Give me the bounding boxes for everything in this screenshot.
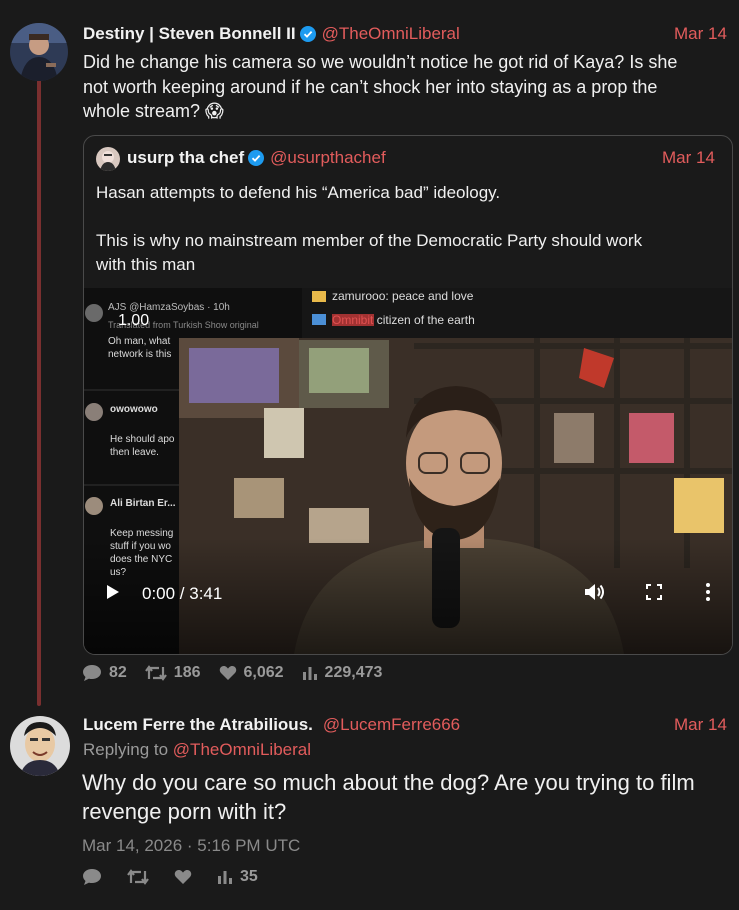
quote-date[interactable]: Mar 14 (662, 148, 715, 168)
quote-text: Hasan attempts to defend his “America ba… (96, 181, 716, 277)
retweet-count: 186 (173, 664, 201, 681)
side-post-user: Ali Birtan Er... (110, 498, 176, 509)
views-count: 229,473 (324, 664, 383, 681)
reply-stat[interactable] (82, 868, 109, 886)
views-count: 35 (240, 868, 258, 885)
quote-author-name[interactable]: usurp tha chef (127, 148, 244, 168)
quote-text-line: with this man (96, 255, 196, 274)
reply-icon (83, 869, 101, 885)
tweet-date[interactable]: Mar 14 (674, 24, 727, 44)
fullscreen-icon[interactable] (646, 583, 662, 605)
verified-icon (248, 150, 265, 166)
author-name[interactable]: Lucem Ferre the Atrabilious. (83, 715, 313, 735)
quoted-tweet-card[interactable]: usurp tha chef @usurpthachef Mar 14 Hasa… (83, 135, 733, 655)
avatar-destiny[interactable] (10, 23, 68, 81)
author-handle[interactable]: @TheOmniLiberal (322, 24, 460, 44)
like-stat[interactable]: 6,062 (219, 664, 284, 682)
views-stat[interactable]: 35 (217, 868, 258, 886)
tweet-timestamp[interactable]: Mar 14, 2026 · 5:16 PM UTC (82, 836, 300, 856)
tweet-date[interactable]: Mar 14 (674, 715, 727, 735)
volume-icon[interactable] (584, 583, 606, 606)
retweet-icon (127, 869, 149, 885)
author-handle[interactable]: @LucemFerre666 (323, 715, 460, 735)
heart-icon (219, 666, 236, 680)
tweet-text: Why do you care so much about the dog? A… (82, 768, 732, 826)
like-count: 6,062 (243, 664, 284, 681)
tweet2-header: Lucem Ferre the Atrabilious. @LucemFerre… (83, 715, 460, 735)
tweet1-header: Destiny | Steven Bonnell II @TheOmniLibe… (83, 24, 460, 44)
views-icon (218, 871, 232, 884)
retweet-icon (144, 665, 167, 681)
playback-speed[interactable]: 1.00 (118, 312, 149, 330)
tweet-text: Did he change his camera so we wouldn’t … (83, 50, 733, 124)
quote-text-line: This is why no mainstream member of the … (96, 231, 643, 250)
quote-header: usurp tha chef @usurpthachef (127, 148, 386, 168)
video-time: 0:00 / 3:41 (142, 584, 223, 603)
like-stat[interactable] (174, 869, 199, 885)
retweet-stat[interactable] (127, 869, 156, 885)
side-post-text: He should apo (110, 434, 175, 445)
chat-text: citizen of the earth (376, 313, 475, 327)
tweet2-stats: 35 (82, 868, 276, 886)
quote-text-line: Hasan attempts to defend his “America ba… (96, 183, 501, 202)
tweet1-stats: 82 186 6,062 229,473 (82, 664, 400, 682)
side-post-text: network is this (108, 349, 172, 360)
reply-stat[interactable]: 82 (82, 664, 127, 682)
retweet-stat[interactable]: 186 (144, 664, 201, 682)
replying-prefix: Replying to (83, 740, 169, 759)
avatar-usurp (96, 147, 120, 171)
replying-handle[interactable]: @TheOmniLiberal (173, 740, 311, 759)
more-icon[interactable] (706, 582, 710, 606)
side-post-text: stuff if you wo (110, 541, 171, 552)
views-stat[interactable]: 229,473 (302, 664, 383, 682)
avatar-lucem[interactable] (10, 716, 70, 776)
heart-icon (174, 870, 192, 884)
author-name[interactable]: Destiny | Steven Bonnell II (83, 24, 296, 44)
side-post-text: Keep messing (110, 528, 174, 539)
verified-icon (299, 26, 316, 42)
thread-connector-line (37, 64, 41, 706)
video-player[interactable]: zamurooo: peace and love Omnibit citizen… (84, 288, 732, 654)
tweet-text-line: not worth keeping around if he can’t sho… (83, 76, 658, 97)
quote-author-handle[interactable]: @usurpthachef (270, 148, 386, 168)
side-post-text: Oh man, what (108, 336, 171, 347)
play-icon[interactable] (106, 584, 120, 605)
chat-message: zamurooo: peace and love (332, 289, 474, 303)
reply-count: 82 (109, 664, 127, 681)
reply-icon (83, 665, 101, 681)
chat-username: Omnibit (332, 313, 374, 327)
tweet-text-line: Did he change his camera so we wouldn’t … (83, 52, 678, 72)
views-icon (302, 667, 317, 680)
tweet-text-line: Why do you care so much about the dog? A… (82, 770, 695, 795)
tweet-text-line: whole stream? 😱 (83, 101, 224, 121)
tweet-text-line: revenge porn with it? (82, 799, 287, 824)
chat-message: Omnibit citizen of the earth (332, 313, 475, 327)
replying-to: Replying to @TheOmniLiberal (83, 740, 311, 760)
side-post-text: then leave. (110, 447, 159, 458)
video-controls: 0:00 / 3:41 (84, 564, 732, 624)
side-post-user: owowowo (110, 404, 158, 415)
